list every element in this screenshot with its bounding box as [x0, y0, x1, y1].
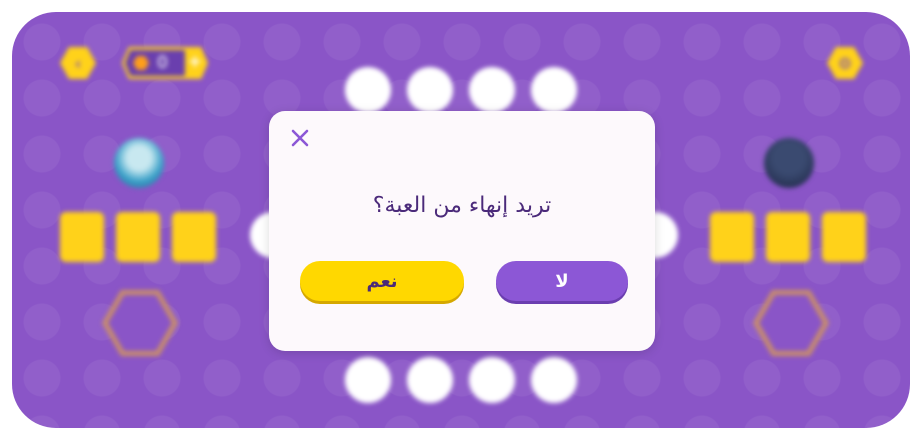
player-avatar-right — [764, 138, 814, 188]
dialog-question: تريد إنهاء من العبة؟ — [372, 193, 552, 218]
gear-icon: ⚙ — [837, 53, 853, 73]
tile-left-2[interactable] — [116, 212, 160, 262]
back-button[interactable]: ‹ — [60, 47, 96, 79]
yes-button[interactable]: نعم — [300, 261, 464, 301]
board-slot — [345, 67, 391, 113]
tile-left-1[interactable] — [60, 212, 104, 262]
chevron-left-icon: ‹ — [74, 53, 82, 73]
coin-count: 0 — [157, 53, 168, 73]
tile-left-3[interactable] — [172, 212, 216, 262]
tile-right-3[interactable] — [822, 212, 866, 262]
coin-icon — [133, 56, 149, 70]
player-score-right — [753, 290, 829, 356]
tile-right-2[interactable] — [766, 212, 810, 262]
no-button[interactable]: لا — [496, 261, 628, 301]
add-coins-button[interactable]: + — [188, 52, 202, 72]
board-slot — [469, 67, 515, 113]
tile-right-1[interactable] — [710, 212, 754, 262]
board-slot — [531, 67, 577, 113]
coin-counter: 0 + — [122, 47, 208, 79]
player-score-left — [102, 290, 178, 356]
board-slot — [469, 357, 515, 403]
board-slot — [345, 357, 391, 403]
exit-confirm-dialog: تريد إنهاء من العبة؟ نعم لا — [269, 111, 655, 351]
board-slot — [531, 357, 577, 403]
player-avatar-left — [114, 138, 164, 188]
board-slot — [407, 67, 453, 113]
settings-button[interactable]: ⚙ — [827, 47, 863, 79]
close-icon[interactable] — [289, 127, 311, 149]
board-slot — [407, 357, 453, 403]
